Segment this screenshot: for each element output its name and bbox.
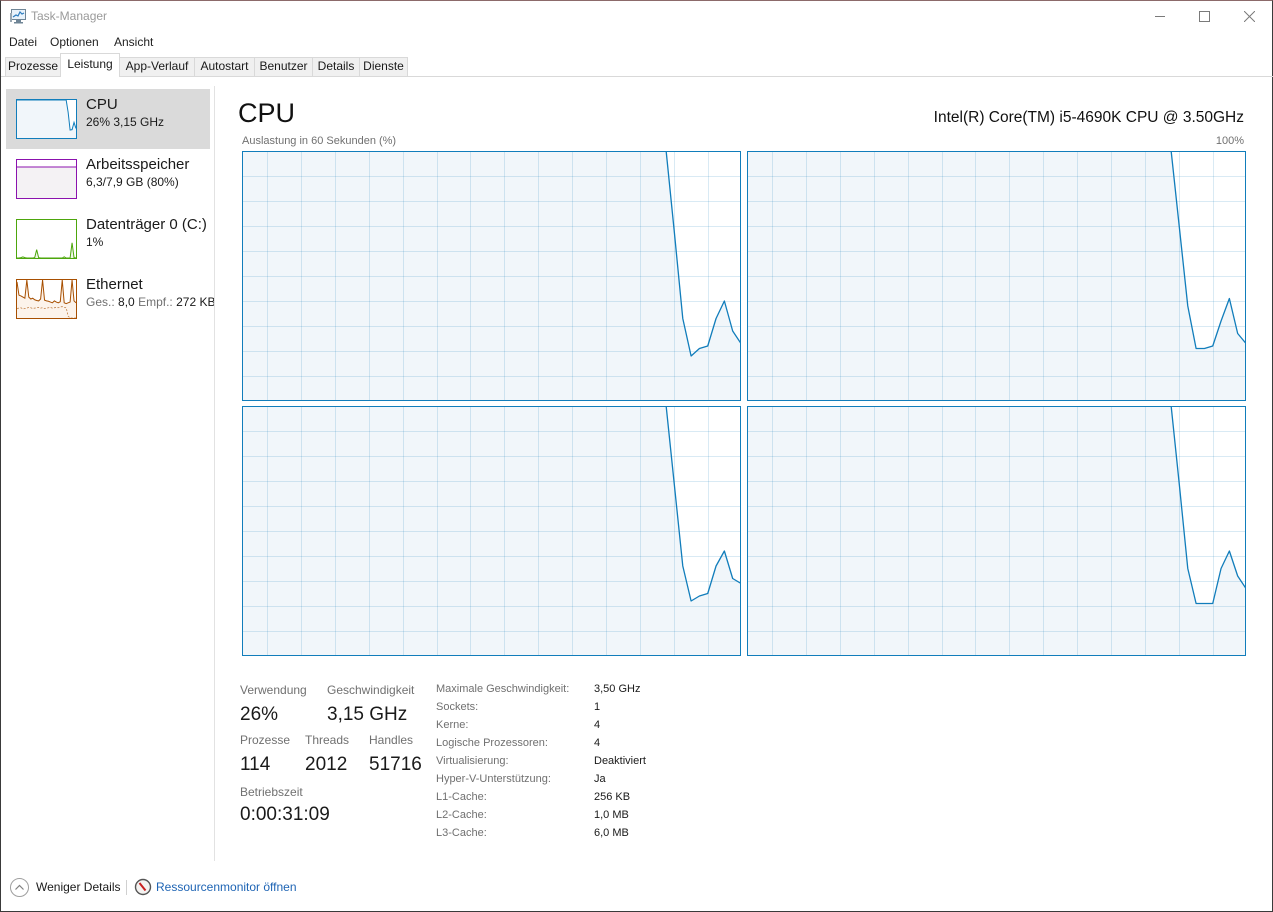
spec-label: Kerne:	[436, 719, 469, 731]
page-title: CPU	[238, 98, 296, 128]
tab-autostart[interactable]: Autostart	[194, 57, 255, 77]
fewer-details-button[interactable]: Weniger Details	[9, 877, 121, 897]
memory-thumbnail-graph	[16, 159, 77, 199]
cpu-graph-canvas	[242, 406, 741, 656]
spec-label: Maximale Geschwindigkeit:	[436, 683, 570, 695]
speed-value: 3,15 GHz	[327, 704, 408, 725]
spec-value: 3,50 GHz	[594, 683, 641, 695]
sidebar-item-detail: 1%	[86, 235, 104, 249]
maximize-button[interactable]	[1182, 1, 1227, 31]
open-resource-monitor-link[interactable]: Ressourcenmonitor öffnen	[134, 878, 300, 896]
spec-label: L2-Cache:	[436, 809, 487, 821]
spec-label: Virtualisierung:	[436, 755, 509, 767]
threads-value: 2012	[305, 754, 348, 775]
spec-label: L3-Cache:	[436, 827, 487, 839]
sidebar-item-detail: 6,3/7,9 GB (80%)	[86, 175, 179, 189]
spec-value: 1	[594, 701, 601, 713]
resource-monitor-label: Ressourcenmonitor öffnen	[156, 880, 297, 894]
cpu-graph-canvas	[747, 151, 1246, 401]
sidebar-item-label: Arbeitsspeicher	[86, 156, 190, 173]
close-button[interactable]	[1227, 1, 1272, 31]
thumbnail-background	[16, 219, 77, 259]
speed-label: Geschwindigkeit	[327, 683, 415, 697]
fewer-details-label: Weniger Details	[36, 880, 121, 894]
resource-monitor-icon	[134, 878, 152, 896]
cpu-graph-3	[242, 406, 741, 656]
cpu-graph-2	[747, 151, 1246, 401]
tab-leistung[interactable]: Leistung	[60, 53, 120, 77]
sidebar-item-disk[interactable]: Datenträger 0 (C:) 1%	[6, 209, 210, 269]
window-title: Task-Manager	[31, 9, 108, 23]
chart-title: Auslastung in 60 Sekunden (%)	[242, 135, 397, 147]
sidebar-item-label: Ethernet	[86, 276, 143, 293]
task-manager-icon	[10, 9, 27, 29]
spec-label: Hyper-V-Unterstützung:	[436, 773, 551, 785]
cpu-graph-canvas	[747, 406, 1246, 656]
cpu-graph-4	[747, 406, 1246, 656]
sidebar-item-label: CPU	[86, 96, 118, 113]
processes-label: Prozesse	[240, 733, 291, 747]
minimize-button[interactable]	[1137, 1, 1182, 31]
spec-value: 4	[594, 737, 601, 749]
send-label: Ges.:	[86, 295, 115, 309]
usage-value: 26%	[240, 704, 279, 725]
thumbnail-area-fill	[16, 167, 77, 199]
processes-value: 114	[240, 754, 271, 775]
spec-value: 256 KB	[594, 791, 631, 803]
tab-prozesse[interactable]: Prozesse	[5, 57, 61, 77]
sidebar-item-cpu[interactable]: CPU 26% 3,15 GHz	[6, 89, 210, 149]
uptime-label: Betriebszeit	[240, 785, 303, 799]
sidebar-item-detail: 26% 3,15 GHz	[86, 115, 165, 129]
usage-label: Verwendung	[240, 683, 307, 697]
cpu-graph-canvas	[242, 151, 741, 401]
threads-label: Threads	[305, 733, 350, 747]
minimize-icon	[1154, 16, 1165, 17]
send-value: 8,0	[118, 295, 135, 309]
sidebar-item-ethernet[interactable]: Ethernet Ges.: 8,0 Empf.: 272 KBit	[6, 269, 214, 329]
receive-label: Empf.:	[138, 295, 173, 309]
cpu-model-name: Intel(R) Core(TM) i5-4690K CPU @ 3.50GHz	[933, 109, 1244, 126]
spec-value: 6,0 MB	[594, 827, 629, 839]
spec-value: Ja	[594, 773, 606, 785]
menu-optionen[interactable]: Optionen	[50, 35, 99, 50]
sidebar-item-label: Datenträger 0 (C:)	[86, 216, 207, 233]
spec-label: Logische Prozessoren:	[436, 737, 548, 749]
uptime-value: 0:00:31:09	[240, 804, 330, 825]
footer-separator	[126, 880, 127, 895]
maximize-icon	[1199, 10, 1210, 22]
cpu-graph-1	[242, 151, 741, 401]
spec-value: 1,0 MB	[594, 809, 629, 821]
ethernet-thumbnail-graph	[16, 279, 77, 319]
spec-value: 4	[594, 719, 601, 731]
sidebar-item-detail: Ges.: 8,0 Empf.: 272 KBit	[86, 295, 214, 310]
disk-thumbnail-graph	[16, 219, 77, 259]
spec-label: L1-Cache:	[436, 791, 487, 803]
tab-benutzer[interactable]: Benutzer	[254, 57, 313, 77]
chart-max-label: 100%	[1215, 135, 1244, 147]
sidebar-item-memory[interactable]: Arbeitsspeicher 6,3/7,9 GB (80%)	[6, 149, 210, 209]
spec-label: Sockets:	[436, 701, 479, 713]
menu-datei[interactable]: Datei	[9, 35, 37, 50]
spec-value: Deaktiviert	[594, 755, 646, 767]
receive-value: 272 KBit	[176, 295, 214, 309]
task-manager-window: Task-Manager Datei Optionen Ansicht Proz…	[0, 0, 1273, 912]
handles-label: Handles	[369, 733, 414, 747]
menu-ansicht[interactable]: Ansicht	[114, 35, 153, 50]
tab-app-verlauf[interactable]: App-Verlauf	[119, 57, 195, 77]
cpu-thumbnail-graph	[16, 99, 77, 139]
handles-value: 51716	[369, 754, 422, 775]
sidebar-divider	[214, 86, 215, 861]
tab-details[interactable]: Details	[312, 57, 360, 77]
close-icon	[1244, 10, 1255, 22]
chevron-up-circle-icon	[10, 878, 29, 897]
tab-dienste[interactable]: Dienste	[359, 57, 408, 77]
